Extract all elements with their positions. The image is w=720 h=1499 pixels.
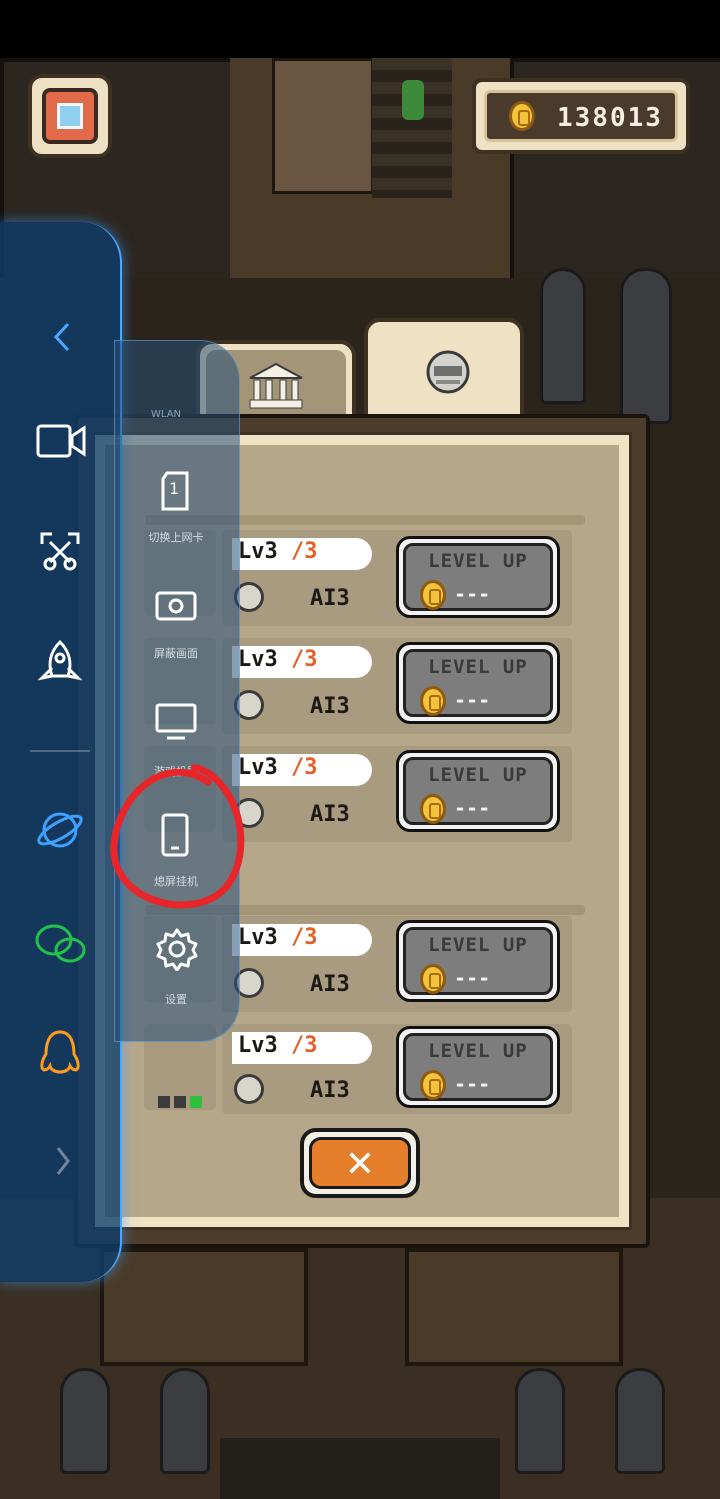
level-up-label: LEVEL UP — [428, 1040, 528, 1062]
coin-icon — [420, 580, 446, 610]
tab-robot[interactable] — [364, 318, 524, 420]
block-screen-label: 屏蔽画面 — [154, 647, 198, 660]
level-up-button[interactable]: LEVEL UP --- — [396, 1026, 560, 1108]
ai-level: AI3 — [310, 972, 350, 997]
level-up-cost: --- — [454, 966, 491, 990]
level-pill: Lv3 /3 — [232, 1032, 372, 1064]
ai-level: AI3 — [310, 802, 350, 827]
close-button[interactable]: ✕ — [300, 1128, 420, 1198]
level-up-label: LEVEL UP — [428, 934, 528, 956]
back-chevron-icon[interactable] — [50, 322, 74, 352]
sim-badge: 1 — [169, 479, 180, 498]
coin-icon — [509, 101, 535, 131]
scene-pillar — [615, 1368, 665, 1474]
level-text: Lv3 /3 — [238, 539, 318, 564]
level-up-button[interactable]: LEVEL UP --- — [396, 750, 560, 832]
screen-cast-icon — [155, 703, 197, 740]
scene-pillar — [515, 1368, 565, 1474]
level-pill: Lv3 /3 — [232, 538, 372, 570]
camera-lens — [57, 103, 83, 129]
museum-icon — [249, 362, 303, 409]
switch-network-card-item[interactable]: 1 切换上网卡 — [121, 465, 231, 555]
wlan-label: WLAN — [151, 409, 182, 420]
camera-icon — [42, 88, 98, 144]
level-up-cost: --- — [454, 796, 491, 820]
level-text: Lv3 /3 — [238, 925, 318, 950]
status-dot — [174, 1096, 186, 1108]
level-text: Lv3 /3 — [238, 1033, 318, 1058]
level-up-button[interactable]: LEVEL UP --- — [396, 920, 560, 1002]
settings-label: 设置 — [165, 993, 187, 1006]
close-button-inner: ✕ — [309, 1137, 411, 1189]
game-assistant-sidebar — [0, 222, 122, 1282]
screen-record-icon[interactable] — [36, 422, 86, 460]
level-up-button-inner: LEVEL UP --- — [403, 649, 553, 717]
scene-doorway — [272, 58, 374, 194]
more-chevron-icon[interactable] — [54, 1146, 72, 1176]
scene-pillar — [160, 1368, 210, 1474]
status-dot — [158, 1096, 170, 1108]
level-up-cost: --- — [454, 1072, 491, 1096]
coin-icon — [420, 964, 446, 994]
browser-planet-icon[interactable] — [36, 806, 84, 854]
gear-icon — [156, 928, 198, 971]
annotation-circle — [110, 764, 245, 909]
level-pill: Lv3 /3 — [232, 924, 372, 956]
level-pill: Lv3 /3 — [232, 754, 372, 786]
level-up-button-inner: LEVEL UP --- — [403, 543, 553, 611]
scene-pillar — [540, 268, 586, 404]
robot-icon — [426, 350, 470, 394]
scene-exit — [220, 1438, 500, 1499]
scene-display-case — [405, 1248, 623, 1366]
sidebar-divider — [30, 750, 90, 752]
coin-icon — [420, 686, 446, 716]
coin-icon — [420, 1070, 446, 1100]
level-up-label: LEVEL UP — [428, 550, 528, 572]
block-screen-item[interactable]: 屏蔽画面 — [121, 583, 231, 673]
level-up-button-inner: LEVEL UP --- — [403, 757, 553, 825]
game-tools-panel: WLAN 1 切换上网卡 屏蔽画面 游戏投屏 熄屏挂机 设置 — [114, 340, 240, 1042]
settings-item[interactable]: 设置 — [121, 925, 231, 1015]
scene-display-case — [100, 1248, 308, 1366]
coin-value: 138013 — [557, 103, 663, 133]
level-text: Lv3 /3 — [238, 647, 318, 672]
qq-penguin-icon[interactable] — [38, 1030, 82, 1080]
coin-counter-inner: 138013 — [484, 90, 678, 142]
ai-gear-icon — [234, 1074, 264, 1104]
ai-level: AI3 — [310, 1078, 350, 1103]
scene-pillar — [60, 1368, 110, 1474]
scene-stairs — [372, 58, 452, 198]
level-up-label: LEVEL UP — [428, 656, 528, 678]
level-pill: Lv3 /3 — [232, 646, 372, 678]
level-up-button-inner: LEVEL UP --- — [403, 1033, 553, 1101]
level-up-button[interactable]: LEVEL UP --- — [396, 536, 560, 618]
level-up-label: LEVEL UP — [428, 764, 528, 786]
camera-icon — [155, 591, 197, 621]
coin-icon — [420, 794, 446, 824]
level-up-button[interactable]: LEVEL UP --- — [396, 642, 560, 724]
scene-pillar — [620, 268, 672, 424]
wechat-icon[interactable] — [34, 922, 86, 966]
boost-rocket-icon[interactable] — [38, 640, 82, 690]
coin-counter: 138013 — [472, 78, 690, 154]
photo-button[interactable] — [28, 74, 112, 158]
ai-level: AI3 — [310, 694, 350, 719]
ai-level: AI3 — [310, 586, 350, 611]
scene-character — [402, 80, 424, 120]
close-icon: ✕ — [344, 1144, 376, 1185]
level-up-cost: --- — [454, 582, 491, 606]
switch-network-card-label: 切换上网卡 — [148, 531, 204, 544]
status-dot — [190, 1096, 202, 1108]
screenshot-icon[interactable] — [40, 532, 80, 572]
level-up-cost: --- — [454, 688, 491, 712]
level-up-button-inner: LEVEL UP --- — [403, 927, 553, 995]
